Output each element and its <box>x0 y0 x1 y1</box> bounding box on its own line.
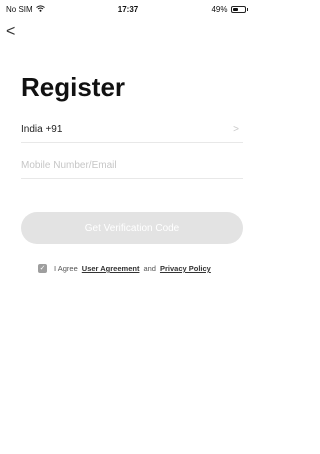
battery-icon <box>230 6 246 13</box>
battery-percent: 49% <box>211 5 228 14</box>
user-agreement-link[interactable]: User Agreement <box>82 264 140 273</box>
agree-prefix: I Agree <box>54 264 78 273</box>
page-title: Register <box>21 72 126 102</box>
chevron-left-icon: < <box>6 23 16 40</box>
battery-fill <box>232 8 238 11</box>
agree-and: and <box>143 264 156 273</box>
agreement-row: ✓ I Agree User Agreement and Privacy Pol… <box>38 264 211 273</box>
status-right: 49% <box>211 5 248 14</box>
mobile-email-input[interactable] <box>21 152 243 179</box>
privacy-policy-link[interactable]: Privacy Policy <box>160 264 211 273</box>
check-icon: ✓ <box>39 265 46 272</box>
battery-tip <box>246 8 248 11</box>
country-code-label: India +91 <box>21 123 63 135</box>
agree-checkbox[interactable]: ✓ <box>38 264 47 273</box>
status-bar: No SIM 17:37 49% <box>0 0 256 18</box>
country-selector[interactable]: India +91 > <box>21 116 243 143</box>
get-verification-code-button[interactable]: Get Verification Code <box>21 212 243 244</box>
chevron-right-icon: > <box>233 123 239 135</box>
back-button[interactable]: < <box>6 22 24 42</box>
